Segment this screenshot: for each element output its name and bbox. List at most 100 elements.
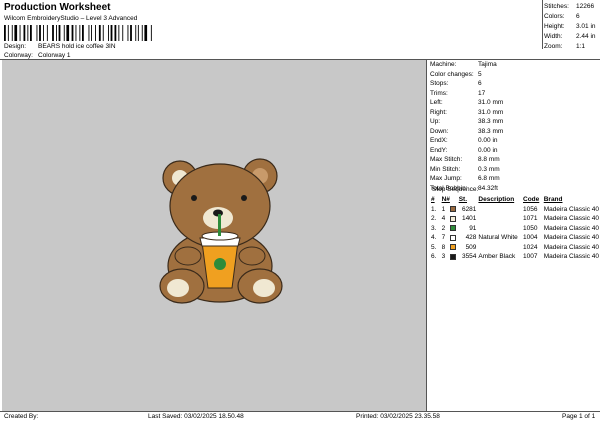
thread-brand: Madeira Classic 40 bbox=[543, 205, 599, 213]
info-row: Max Jump: 6.8 mm bbox=[430, 175, 500, 182]
col-code: Code bbox=[523, 196, 540, 204]
stat-row: Colors: 6 bbox=[544, 13, 580, 20]
colorway-value: Colorway 1 bbox=[38, 52, 71, 59]
thread-code: 1050 bbox=[523, 224, 538, 232]
info-row: Trims: 17 bbox=[430, 89, 486, 97]
col-swatch bbox=[450, 195, 459, 205]
col-brand: Brand bbox=[543, 196, 563, 204]
color-swatch bbox=[449, 233, 459, 243]
needle-number: 1 bbox=[441, 205, 446, 213]
col-description: Description bbox=[478, 196, 515, 204]
thread-description bbox=[478, 205, 523, 215]
color-swatch bbox=[449, 252, 459, 262]
info-row: EndY: 0.00 in bbox=[430, 146, 498, 154]
colorway-label: Colorway: bbox=[4, 52, 33, 59]
stop-number: 3. bbox=[431, 224, 437, 232]
info-row: Right: 31.0 mm bbox=[430, 108, 504, 116]
design-stats: Stitches: 12266 Colors: 6 Height: 3.01 in W… bbox=[544, 2, 600, 52]
stitch-count: 3554 bbox=[461, 253, 477, 261]
info-row: EndX: 0.00 in bbox=[430, 137, 498, 144]
software-subtitle: Wilcom EmbroideryStudio – Level 3 Advanc… bbox=[4, 15, 138, 22]
stop-sequence-table: # N# St. Description Code Brand 1. 1 6281 1… bbox=[431, 195, 599, 262]
thread-description: Natural White bbox=[478, 234, 518, 242]
needle-number: 3 bbox=[441, 253, 446, 261]
barcode-icon bbox=[4, 25, 152, 41]
color-swatch-icon bbox=[449, 225, 456, 232]
color-swatch bbox=[449, 224, 459, 234]
color-swatch bbox=[449, 243, 459, 253]
stop-number: 6. bbox=[431, 253, 437, 261]
table-header-row: # N# St. Description Code Brand bbox=[431, 195, 599, 205]
stitch-count: 91 bbox=[469, 224, 477, 232]
page-number: Page 1 of 1 bbox=[562, 413, 596, 420]
needle-number: 7 bbox=[441, 234, 446, 242]
stat-row: Zoom: 1:1 bbox=[544, 43, 586, 50]
stop-number: 4. bbox=[431, 234, 437, 242]
table-row: 4. 7 428 Natural White 1004 Madeira Classic 4… bbox=[431, 233, 599, 243]
col-needle: N# bbox=[441, 196, 450, 204]
design-preview bbox=[2, 60, 427, 411]
stitch-count: 1401 bbox=[461, 215, 477, 223]
thread-brand: Madeira Classic 40 bbox=[543, 243, 599, 251]
color-swatch-icon bbox=[449, 253, 456, 260]
footer-rule bbox=[0, 411, 600, 412]
thread-description bbox=[478, 243, 523, 253]
thread-brand: Madeira Classic 40 bbox=[543, 215, 599, 223]
worksheet-footer: Created By: Last Saved: 03/02/2025 18.50… bbox=[0, 413, 600, 423]
table-row: 1. 1 6281 1056 Madeira Classic 40 bbox=[431, 205, 599, 215]
thread-code: 1007 bbox=[523, 253, 538, 261]
thread-brand: Madeira Classic 40 bbox=[543, 234, 599, 242]
thread-description: Amber Black bbox=[478, 253, 516, 261]
stitch-count: 6281 bbox=[461, 205, 477, 213]
color-swatch-icon bbox=[449, 244, 456, 251]
table-row: 3. 2 91 1050 Madeira Classic 40 bbox=[431, 224, 599, 234]
stat-row: Height: 3.01 in bbox=[544, 23, 596, 30]
info-row: Down: 38.3 mm bbox=[430, 127, 504, 135]
needle-number: 8 bbox=[441, 243, 446, 251]
thread-description bbox=[478, 214, 523, 224]
col-stitches: St. bbox=[458, 196, 467, 204]
design-value: BEARS hold ice coffee 3IN bbox=[38, 43, 116, 50]
info-row: Machine: Tajima bbox=[430, 61, 497, 68]
design-row: Design: BEARS hold ice coffee 3IN bbox=[4, 43, 116, 50]
stop-number: 1. bbox=[431, 205, 437, 213]
info-row: Min Stitch: 0.3 mm bbox=[430, 165, 500, 173]
thread-description bbox=[478, 224, 523, 234]
color-swatch-icon bbox=[449, 206, 456, 213]
thread-brand: Madeira Classic 40 bbox=[543, 224, 599, 232]
thread-code: 1071 bbox=[523, 215, 538, 223]
thread-code: 1004 bbox=[523, 234, 538, 242]
table-row: 2. 4 1401 1071 Madeira Classic 40 bbox=[431, 214, 599, 224]
stop-sequence-title: Stop Sequence: bbox=[432, 186, 479, 193]
info-row: Color changes: 5 bbox=[430, 70, 482, 78]
stitch-count: 428 bbox=[465, 234, 477, 242]
stop-number: 5. bbox=[431, 243, 437, 251]
design-label: Design: bbox=[4, 43, 27, 50]
printed-date: Printed: 03/02/2025 23.35.58 bbox=[356, 413, 440, 420]
col-number: # bbox=[431, 196, 435, 204]
color-swatch-icon bbox=[449, 234, 456, 241]
stop-number: 2. bbox=[431, 215, 437, 223]
production-worksheet: Production Worksheet Wilcom EmbroiderySt… bbox=[0, 0, 600, 424]
machine-info: Machine: Tajima Color changes: 5 Stops: 6 T… bbox=[430, 60, 600, 193]
info-row: Max Stitch: 8.8 mm bbox=[430, 156, 500, 163]
worksheet-header: Production Worksheet Wilcom EmbroiderySt… bbox=[2, 1, 542, 61]
needle-number: 4 bbox=[441, 215, 446, 223]
table-row: 6. 3 3554 Amber Black 1007 Madeira Classic 40 bbox=[431, 252, 599, 262]
page-title: Production Worksheet bbox=[4, 2, 111, 13]
info-row: Left: 31.0 mm bbox=[430, 99, 504, 106]
thread-brand: Madeira Classic 40 bbox=[543, 253, 599, 261]
thread-code: 1056 bbox=[523, 205, 538, 213]
colorway-row: Colorway: Colorway 1 bbox=[4, 52, 71, 59]
bear-embroidery-image bbox=[159, 158, 283, 304]
table-row: 5. 8 509 1024 Madeira Classic 40 bbox=[431, 243, 599, 253]
needle-number: 2 bbox=[441, 224, 446, 232]
last-saved: Last Saved: 03/02/2025 18.50.48 bbox=[148, 413, 244, 420]
stat-row: Width: 2.44 in bbox=[544, 33, 596, 40]
stat-row: Stitches: 12266 bbox=[544, 3, 595, 10]
color-swatch-icon bbox=[449, 215, 456, 222]
info-row: Stops: 6 bbox=[430, 80, 482, 87]
color-swatch bbox=[449, 205, 459, 215]
created-by: Created By: bbox=[4, 413, 39, 420]
stitch-count: 509 bbox=[465, 243, 477, 251]
